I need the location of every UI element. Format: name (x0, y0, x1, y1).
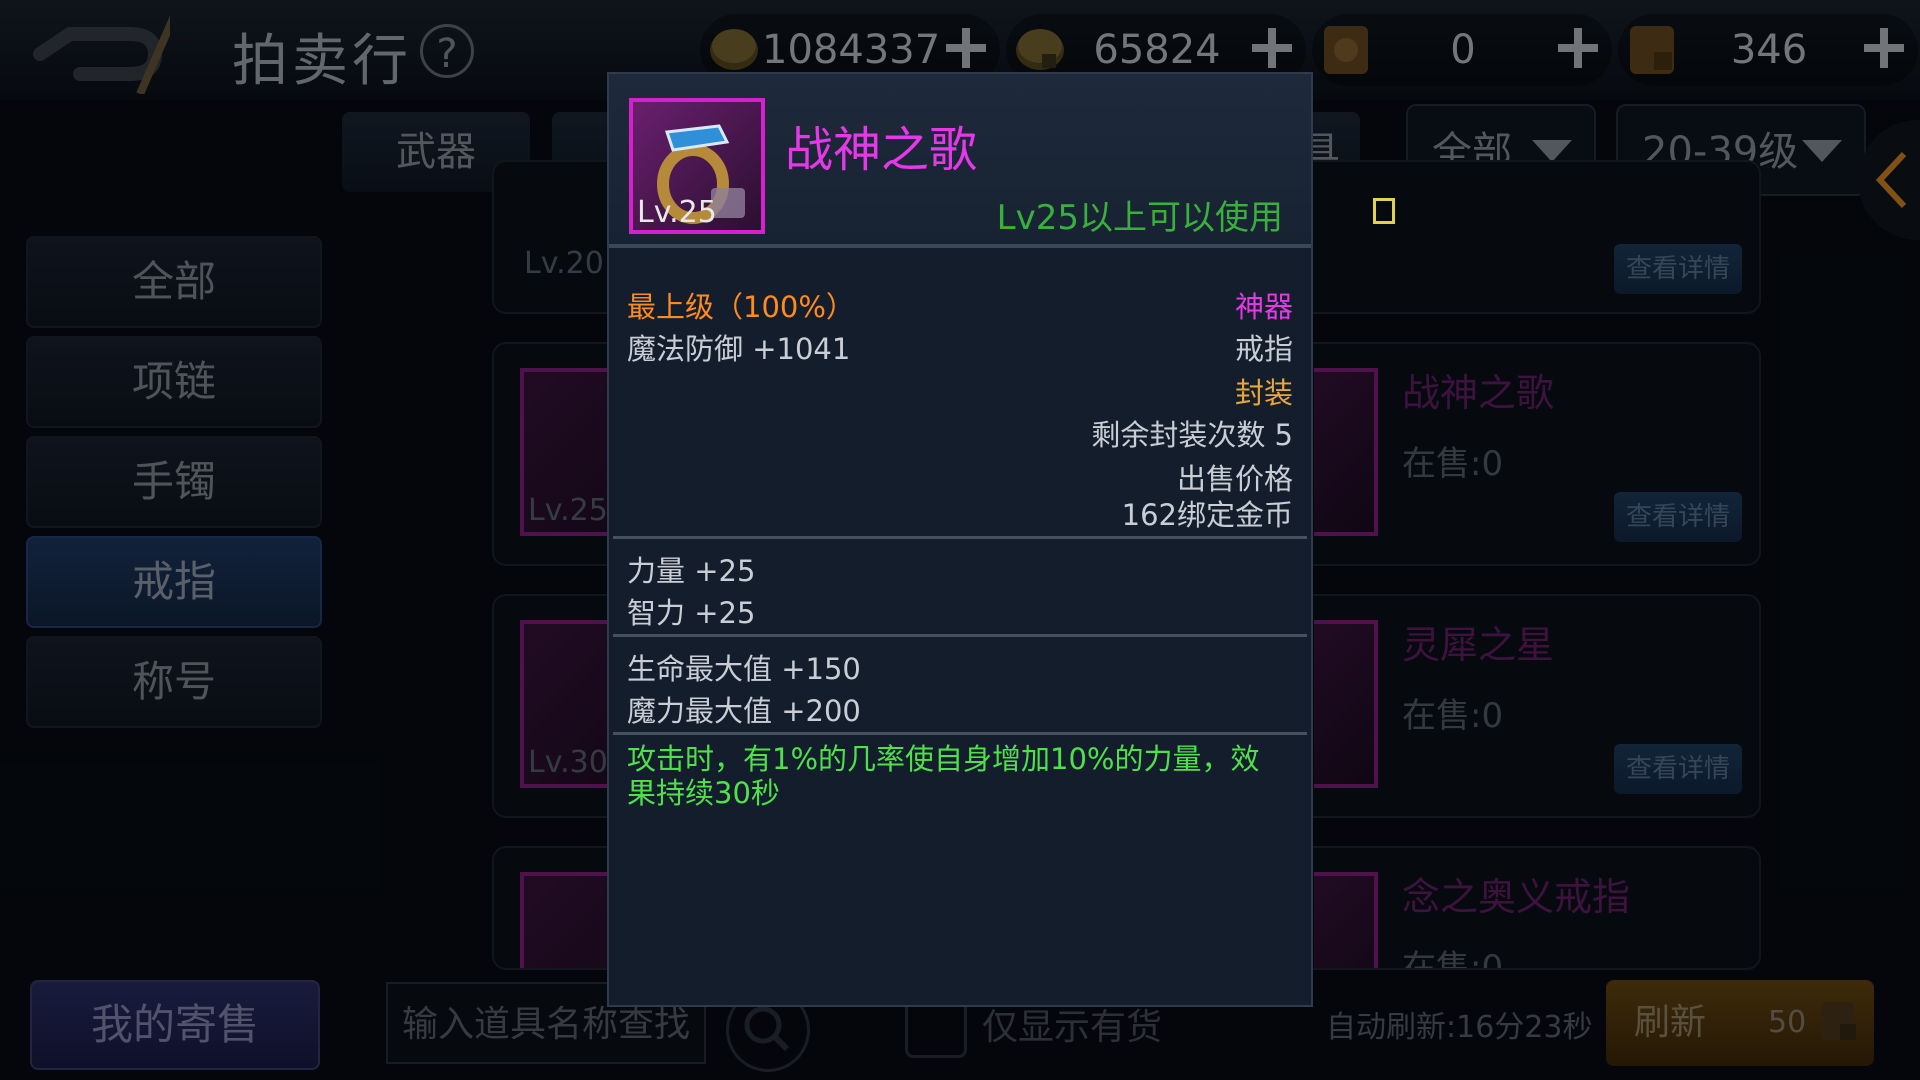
level-requirement: Lv25以上可以使用 (996, 198, 1283, 238)
base-stat: 魔法防御 +1041 (627, 332, 851, 366)
stat-line: 魔力最大值 +200 (627, 694, 861, 728)
item-name: 战神之歌 (785, 122, 978, 178)
seal-remaining: 剩余封装次数 5 (1091, 418, 1293, 452)
stat-line: 力量 +25 (627, 554, 756, 588)
item-slot: 戒指 (1234, 332, 1293, 366)
item-quality: 最上级（100%） (627, 290, 855, 324)
sealed-status: 封装 (1234, 376, 1293, 410)
stat-line: 生命最大值 +150 (627, 652, 861, 686)
divider (609, 244, 1311, 248)
cursor-marker (1373, 198, 1395, 224)
item-level-badge: Lv.25 (637, 195, 717, 230)
tooltip-header: Lv.25 战神之歌 Lv25以上可以使用 (609, 74, 1311, 244)
price-value: 162绑定金币 (1121, 498, 1293, 532)
item-tooltip: Lv.25 战神之歌 Lv25以上可以使用 最上级（100%） 神器 魔法防御 … (607, 72, 1313, 1007)
stat-line: 智力 +25 (627, 596, 756, 630)
item-icon: Lv.25 (629, 98, 765, 234)
divider (613, 634, 1307, 637)
divider (613, 732, 1307, 735)
divider (613, 536, 1307, 539)
item-rarity: 神器 (1234, 290, 1293, 324)
special-effect: 攻击时，有1%的几率使自身增加10%的力量，效果持续30秒 (627, 742, 1260, 810)
